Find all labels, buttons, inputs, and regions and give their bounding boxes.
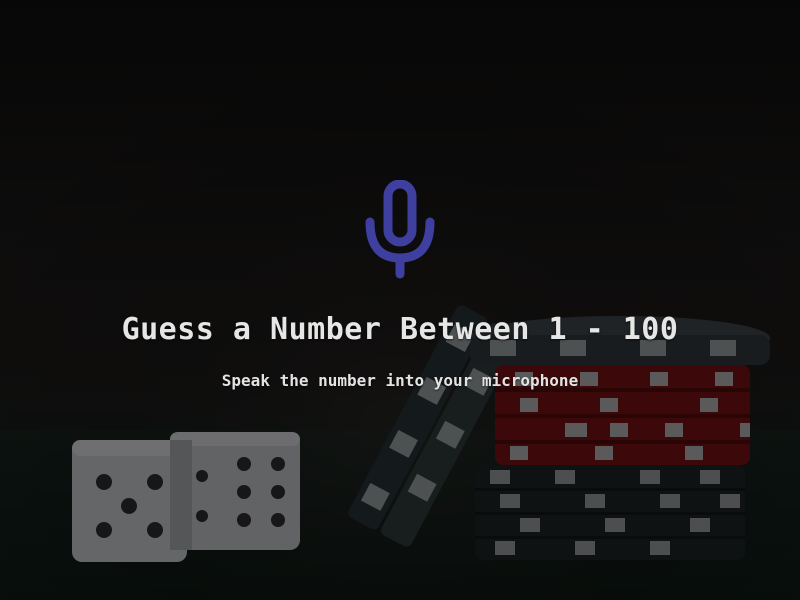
main-content: Guess a Number Between 1 - 100 Speak the… [0, 0, 800, 600]
microphone-icon[interactable] [362, 180, 438, 280]
page-title: Guess a Number Between 1 - 100 [121, 312, 679, 347]
game-screen: Guess a Number Between 1 - 100 Speak the… [0, 0, 800, 600]
instruction-text: Speak the number into your microphone [221, 371, 579, 390]
